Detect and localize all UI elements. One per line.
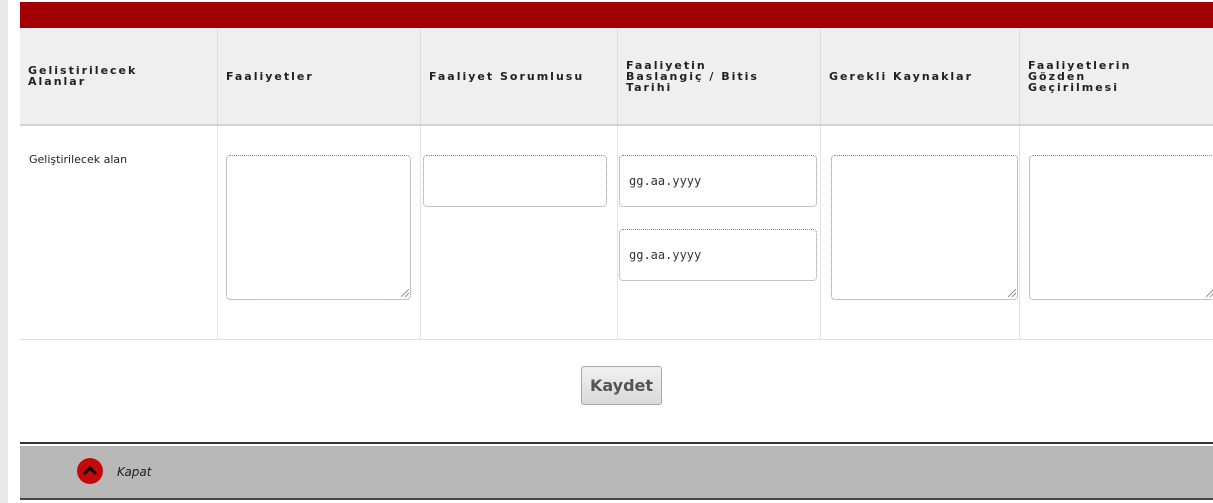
header-start-end-date: Faaliyetin Baslangiç / Bitis Tarihi bbox=[618, 28, 821, 124]
resize-grip-icon[interactable] bbox=[1206, 289, 1213, 297]
activities-textarea[interactable] bbox=[226, 155, 411, 300]
resize-grip-icon[interactable] bbox=[401, 289, 409, 297]
cell-dates bbox=[618, 126, 821, 339]
chevron-up-icon[interactable] bbox=[77, 458, 103, 484]
start-date-input[interactable] bbox=[619, 155, 817, 207]
cell-responsible bbox=[421, 126, 618, 339]
footer-bar: Kapat bbox=[20, 446, 1213, 500]
header-activities: Faaliyetler bbox=[218, 28, 421, 124]
cell-area: Geliştirilecek alan bbox=[20, 126, 218, 339]
cell-review bbox=[1020, 126, 1213, 339]
button-area: Kaydet bbox=[20, 340, 1213, 444]
form-panel: Gelistirilecek Alanlar Faaliyetler Faali… bbox=[0, 0, 1213, 503]
resize-grip-icon[interactable] bbox=[1008, 289, 1016, 297]
chevron-up-glyph bbox=[83, 466, 97, 475]
table-header-row: Gelistirilecek Alanlar Faaliyetler Faali… bbox=[20, 28, 1213, 126]
cell-activities bbox=[218, 126, 421, 339]
cell-resources bbox=[821, 126, 1020, 339]
panel-top-bar bbox=[20, 2, 1213, 28]
resources-textarea[interactable] bbox=[831, 155, 1018, 300]
table-row: Geliştirilecek alan bbox=[20, 126, 1213, 340]
header-responsible: Faaliyet Sorumlusu bbox=[421, 28, 618, 124]
close-link[interactable]: Kapat bbox=[117, 465, 151, 479]
header-development-areas: Gelistirilecek Alanlar bbox=[20, 28, 218, 124]
header-review: Faaliyetlerin Gözden Geçirilmesi bbox=[1028, 58, 1132, 94]
save-button[interactable]: Kaydet bbox=[581, 366, 662, 405]
header-required-resources: Gerekli Kaynaklar bbox=[821, 28, 1020, 124]
review-textarea[interactable] bbox=[1029, 155, 1213, 300]
responsible-input[interactable] bbox=[423, 155, 607, 207]
end-date-input[interactable] bbox=[619, 229, 817, 281]
row-label: Geliştirilecek alan bbox=[29, 153, 128, 166]
